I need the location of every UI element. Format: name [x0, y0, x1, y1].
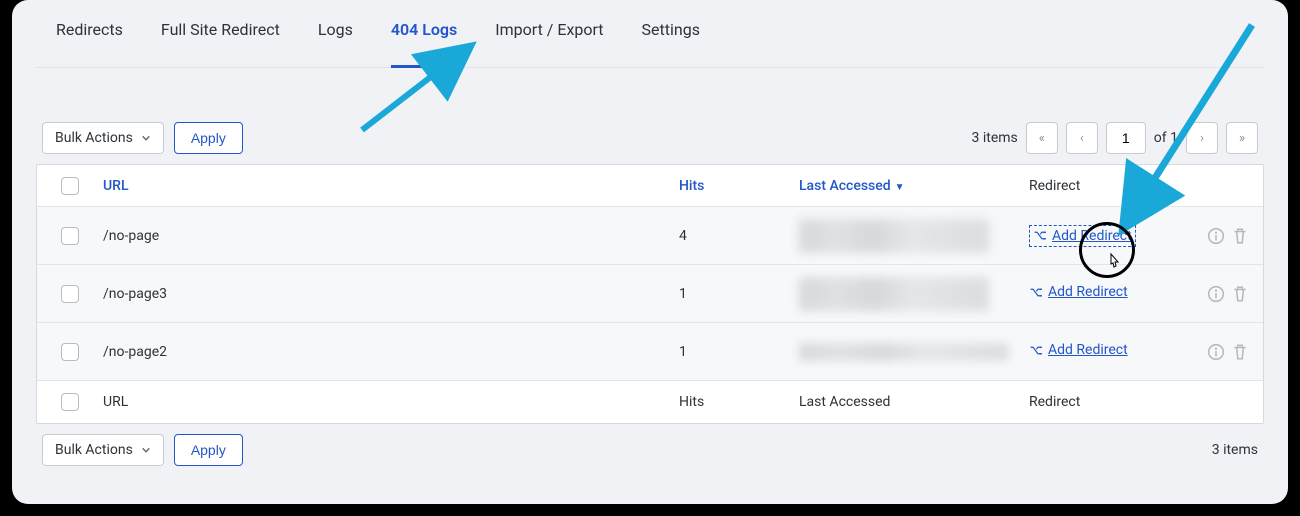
apply-button[interactable]: Apply	[174, 122, 243, 154]
info-icon[interactable]	[1207, 285, 1225, 303]
row-hits: 4	[673, 228, 793, 244]
col-hits-footer: Hits	[673, 394, 793, 410]
shuffle-icon	[1033, 229, 1046, 242]
chevron-down-icon	[141, 445, 151, 455]
row-checkbox[interactable]	[61, 285, 79, 303]
tab-full-site-redirect[interactable]: Full Site Redirect	[161, 20, 280, 53]
col-hits[interactable]: Hits	[673, 178, 793, 194]
page-first-button[interactable]: «	[1026, 122, 1058, 154]
col-redirect-footer: Redirect	[1023, 394, 1193, 410]
row-last-accessed	[793, 343, 1023, 361]
logs-table: URL Hits Last Accessed ▼ Redirect /no-pag…	[36, 164, 1264, 424]
info-icon[interactable]	[1207, 227, 1225, 245]
row-url: /no-page3	[97, 286, 673, 302]
page-of-label: of 1	[1154, 130, 1178, 146]
trash-icon[interactable]	[1231, 285, 1249, 303]
page-next-button[interactable]: ›	[1186, 122, 1218, 154]
row-checkbox[interactable]	[61, 343, 79, 361]
settings-panel: Redirects Full Site Redirect Logs 404 Lo…	[12, 0, 1288, 504]
add-redirect-link[interactable]: Add Redirect	[1029, 284, 1128, 300]
col-url-footer: URL	[97, 394, 673, 410]
list-toolbar: Bulk Actions Apply 3 items « ‹ of 1 › »	[36, 122, 1264, 164]
bulk-actions-label: Bulk Actions	[55, 130, 133, 146]
trash-icon[interactable]	[1231, 227, 1249, 245]
tab-import-export[interactable]: Import / Export	[495, 20, 603, 53]
add-redirect-label: Add Redirect	[1048, 342, 1128, 358]
info-icon[interactable]	[1207, 343, 1225, 361]
page-prev-button[interactable]: ‹	[1066, 122, 1098, 154]
row-url: /no-page	[97, 228, 673, 244]
chevron-down-icon	[141, 133, 151, 143]
items-count: 3 items	[972, 130, 1018, 146]
shuffle-icon	[1029, 286, 1042, 299]
page-number-input[interactable]	[1106, 122, 1146, 154]
bulk-actions-select-bottom[interactable]: Bulk Actions	[42, 434, 164, 466]
tab-404-logs[interactable]: 404 Logs	[391, 20, 457, 68]
bulk-actions-label: Bulk Actions	[55, 442, 133, 458]
table-row: /no-page2 1 Add Redirect	[37, 323, 1263, 381]
add-redirect-link[interactable]: Add Redirect	[1029, 225, 1136, 247]
col-last-accessed-footer: Last Accessed	[793, 394, 1023, 410]
col-last-accessed[interactable]: Last Accessed ▼	[793, 178, 1023, 194]
list-bottombar: Bulk Actions Apply 3 items	[36, 434, 1264, 466]
items-count-bottom: 3 items	[1212, 442, 1258, 458]
table-footer-row: URL Hits Last Accessed Redirect	[37, 381, 1263, 423]
apply-button-bottom[interactable]: Apply	[174, 434, 243, 466]
row-checkbox[interactable]	[61, 227, 79, 245]
select-all-checkbox[interactable]	[61, 177, 79, 195]
tab-settings[interactable]: Settings	[642, 20, 700, 53]
col-url[interactable]: URL	[97, 178, 673, 194]
table-row: /no-page 4 Add Redirect	[37, 207, 1263, 265]
table-row: /no-page3 1 Add Redirect	[37, 265, 1263, 323]
table-header-row: URL Hits Last Accessed ▼ Redirect	[37, 165, 1263, 207]
col-last-accessed-label: Last Accessed	[799, 178, 891, 194]
add-redirect-label: Add Redirect	[1052, 228, 1132, 244]
shuffle-icon	[1029, 344, 1042, 357]
add-redirect-link[interactable]: Add Redirect	[1029, 342, 1128, 358]
row-last-accessed	[793, 277, 1023, 311]
row-hits: 1	[673, 344, 793, 360]
bulk-actions-select[interactable]: Bulk Actions	[42, 122, 164, 154]
select-all-checkbox-footer[interactable]	[61, 393, 79, 411]
row-last-accessed	[793, 219, 1023, 253]
row-url: /no-page2	[97, 344, 673, 360]
page-last-button[interactable]: »	[1226, 122, 1258, 154]
add-redirect-label: Add Redirect	[1048, 284, 1128, 300]
col-redirect: Redirect	[1023, 178, 1193, 194]
tabs-nav: Redirects Full Site Redirect Logs 404 Lo…	[36, 20, 1264, 68]
tab-redirects[interactable]: Redirects	[56, 20, 123, 53]
tab-logs[interactable]: Logs	[318, 20, 353, 53]
trash-icon[interactable]	[1231, 343, 1249, 361]
row-hits: 1	[673, 286, 793, 302]
sort-desc-icon: ▼	[895, 182, 905, 193]
